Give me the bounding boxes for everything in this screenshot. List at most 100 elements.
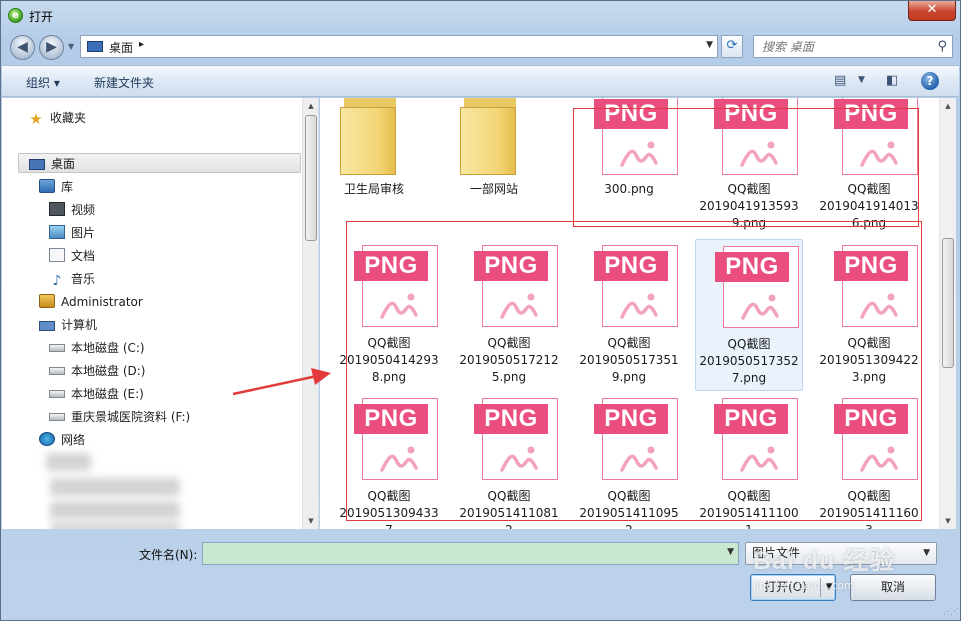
- scroll-up-icon[interactable]: ▲: [303, 98, 318, 114]
- filename-input[interactable]: [203, 543, 718, 564]
- resize-grip-icon[interactable]: ⋰⋰: [943, 607, 959, 617]
- close-button[interactable]: ✕: [908, 1, 956, 21]
- file-item[interactable]: PNG QQ截图 2019051411095 2: [575, 392, 683, 529]
- nav-item-music[interactable]: ♪ 音乐: [49, 269, 95, 289]
- address-bar[interactable]: 桌面 ▸ ▼: [80, 35, 718, 58]
- nav-item-documents[interactable]: 文档: [49, 246, 95, 266]
- user-folder-icon: [39, 294, 55, 308]
- forward-icon[interactable]: ▶: [39, 35, 64, 60]
- png-file-icon: PNG: [354, 398, 438, 480]
- image-glyph-icon: [380, 293, 418, 319]
- nav-item-drive-c[interactable]: 本地磁盘 (C:): [49, 338, 145, 358]
- address-location[interactable]: 桌面: [109, 39, 133, 56]
- png-file-icon: PNG: [714, 98, 798, 175]
- drive-icon: [49, 390, 65, 398]
- folder-item[interactable]: 一部网站: [440, 98, 548, 245]
- scroll-thumb[interactable]: [305, 115, 317, 241]
- file-item[interactable]: PNG QQ截图 2019041914013 6.png: [815, 98, 923, 245]
- filename-label: 文件名(N):: [139, 548, 198, 562]
- help-icon[interactable]: ?: [921, 72, 939, 90]
- file-name: QQ截图 2019041914013 6.png: [819, 182, 919, 230]
- view-dropdown-icon[interactable]: ▼: [858, 75, 865, 85]
- nav-label: 本地磁盘 (E:): [71, 387, 144, 401]
- open-file-dialog: e 打开 ✕ ◀ ▶ ▼ 桌面 ▸ ▼ ⟳ ⚲ 组织 ▾ 新建文件夹 ▤ ▼ ◧…: [0, 0, 961, 621]
- file-name: QQ截图 2019050517212 5.png: [459, 336, 559, 384]
- file-item[interactable]: PNG QQ截图 2019050517212 5.png: [455, 239, 563, 391]
- scroll-down-icon[interactable]: ▼: [940, 513, 956, 529]
- nav-item-drive-d[interactable]: 本地磁盘 (D:): [49, 361, 145, 381]
- desktop-icon: [29, 159, 45, 170]
- video-icon: [49, 202, 65, 216]
- file-item[interactable]: PNG QQ截图 2019051411100 1: [695, 392, 803, 529]
- nav-label: Administrator: [61, 295, 143, 309]
- image-glyph-icon: [500, 446, 538, 472]
- png-file-icon: PNG: [715, 246, 799, 328]
- address-separator-icon[interactable]: ▸: [139, 39, 144, 50]
- nav-label: 库: [61, 180, 74, 194]
- file-name: QQ截图 2019041913593 9.png: [699, 182, 799, 230]
- png-file-icon: PNG: [594, 245, 678, 327]
- address-dropdown-icon[interactable]: ▼: [706, 40, 713, 50]
- file-item[interactable]: PNG QQ截图 2019051309422 3.png: [815, 239, 923, 391]
- nav-item-user[interactable]: Administrator: [39, 292, 143, 312]
- search-icon[interactable]: ⚲: [937, 39, 947, 54]
- annotation-arrow: [232, 368, 331, 396]
- nav-label: 重庆景城医院资料 (F:): [71, 410, 191, 424]
- filename-dropdown-icon[interactable]: ▼: [727, 547, 734, 557]
- file-name: QQ截图 2019050517352 7.png: [699, 337, 799, 385]
- content-scrollbar[interactable]: ▲ ▼: [939, 98, 956, 529]
- cancel-button[interactable]: 取消: [850, 574, 936, 601]
- file-item[interactable]: PNG QQ截图 2019051411081 2: [455, 392, 563, 529]
- file-item[interactable]: PNG QQ截图 2019050517351 9.png: [575, 239, 683, 391]
- search-input[interactable]: [754, 36, 929, 57]
- filename-field[interactable]: ▼: [202, 542, 739, 565]
- organize-button[interactable]: 组织 ▾: [26, 74, 60, 91]
- folder-item[interactable]: 卫生局审核: [320, 98, 428, 245]
- nav-label: 计算机: [61, 318, 98, 332]
- file-list: 卫生局审核 一部网站 PNG 300.png PNG QQ截图 20190419…: [320, 98, 940, 529]
- baidu-watermark-url: jingyan.baidu.com: [753, 579, 855, 592]
- recent-pages-chevron-icon[interactable]: ▼: [68, 42, 74, 51]
- nav-item-desktop[interactable]: 桌面: [18, 153, 301, 173]
- file-item-hovered[interactable]: PNG QQ截图 2019050517352 7.png: [695, 239, 803, 391]
- nav-item-libraries[interactable]: 库: [39, 177, 73, 197]
- file-item[interactable]: PNG QQ截图 2019051411160 3: [815, 392, 923, 529]
- back-icon[interactable]: ◀: [10, 35, 35, 60]
- nav-item-drive-f[interactable]: 重庆景城医院资料 (F:): [49, 407, 190, 427]
- drive-icon: [49, 344, 65, 352]
- nav-item-videos[interactable]: 视频: [49, 200, 95, 220]
- new-folder-button[interactable]: 新建文件夹: [94, 74, 154, 91]
- png-badge: PNG: [594, 251, 668, 281]
- view-options-icon[interactable]: ▤: [834, 73, 846, 88]
- nav-item-drive-e[interactable]: 本地磁盘 (E:): [49, 384, 144, 404]
- file-item[interactable]: PNG QQ截图 2019050414293 8.png: [335, 239, 443, 391]
- nav-item-favorites[interactable]: ★ 收藏夹: [28, 108, 86, 128]
- baidu-watermark: Bai du 经验: [753, 547, 896, 575]
- file-item[interactable]: PNG QQ截图 2019051309433 7: [335, 392, 443, 529]
- image-glyph-icon: [380, 446, 418, 472]
- drive-icon: [49, 367, 65, 375]
- search-box[interactable]: ⚲: [753, 35, 953, 58]
- nav-scrollbar[interactable]: ▲ ▼: [302, 98, 318, 529]
- nav-item-computer[interactable]: 计算机: [39, 315, 97, 335]
- scroll-down-icon[interactable]: ▼: [303, 513, 318, 529]
- file-name: QQ截图 2019050517351 9.png: [579, 336, 679, 384]
- png-badge: PNG: [834, 404, 908, 434]
- png-file-icon: PNG: [354, 245, 438, 327]
- scroll-up-icon[interactable]: ▲: [940, 98, 956, 114]
- image-glyph-icon: [740, 141, 778, 167]
- nav-item-pictures[interactable]: 图片: [49, 223, 95, 243]
- blurred-region: [50, 478, 180, 496]
- image-glyph-icon: [620, 141, 658, 167]
- app-icon: e: [8, 8, 23, 23]
- chevron-down-icon[interactable]: ▼: [923, 547, 930, 559]
- file-name: QQ截图 2019051411095 2: [579, 489, 679, 529]
- nav-label: 图片: [71, 226, 96, 240]
- scroll-thumb[interactable]: [942, 238, 954, 368]
- file-item[interactable]: PNG 300.png: [575, 98, 683, 245]
- folder-icon: [460, 98, 518, 175]
- refresh-icon[interactable]: ⟳: [721, 35, 743, 58]
- preview-pane-icon[interactable]: ◧: [886, 73, 898, 88]
- nav-item-network[interactable]: 网络: [39, 430, 85, 450]
- file-item[interactable]: PNG QQ截图 2019041913593 9.png: [695, 98, 803, 245]
